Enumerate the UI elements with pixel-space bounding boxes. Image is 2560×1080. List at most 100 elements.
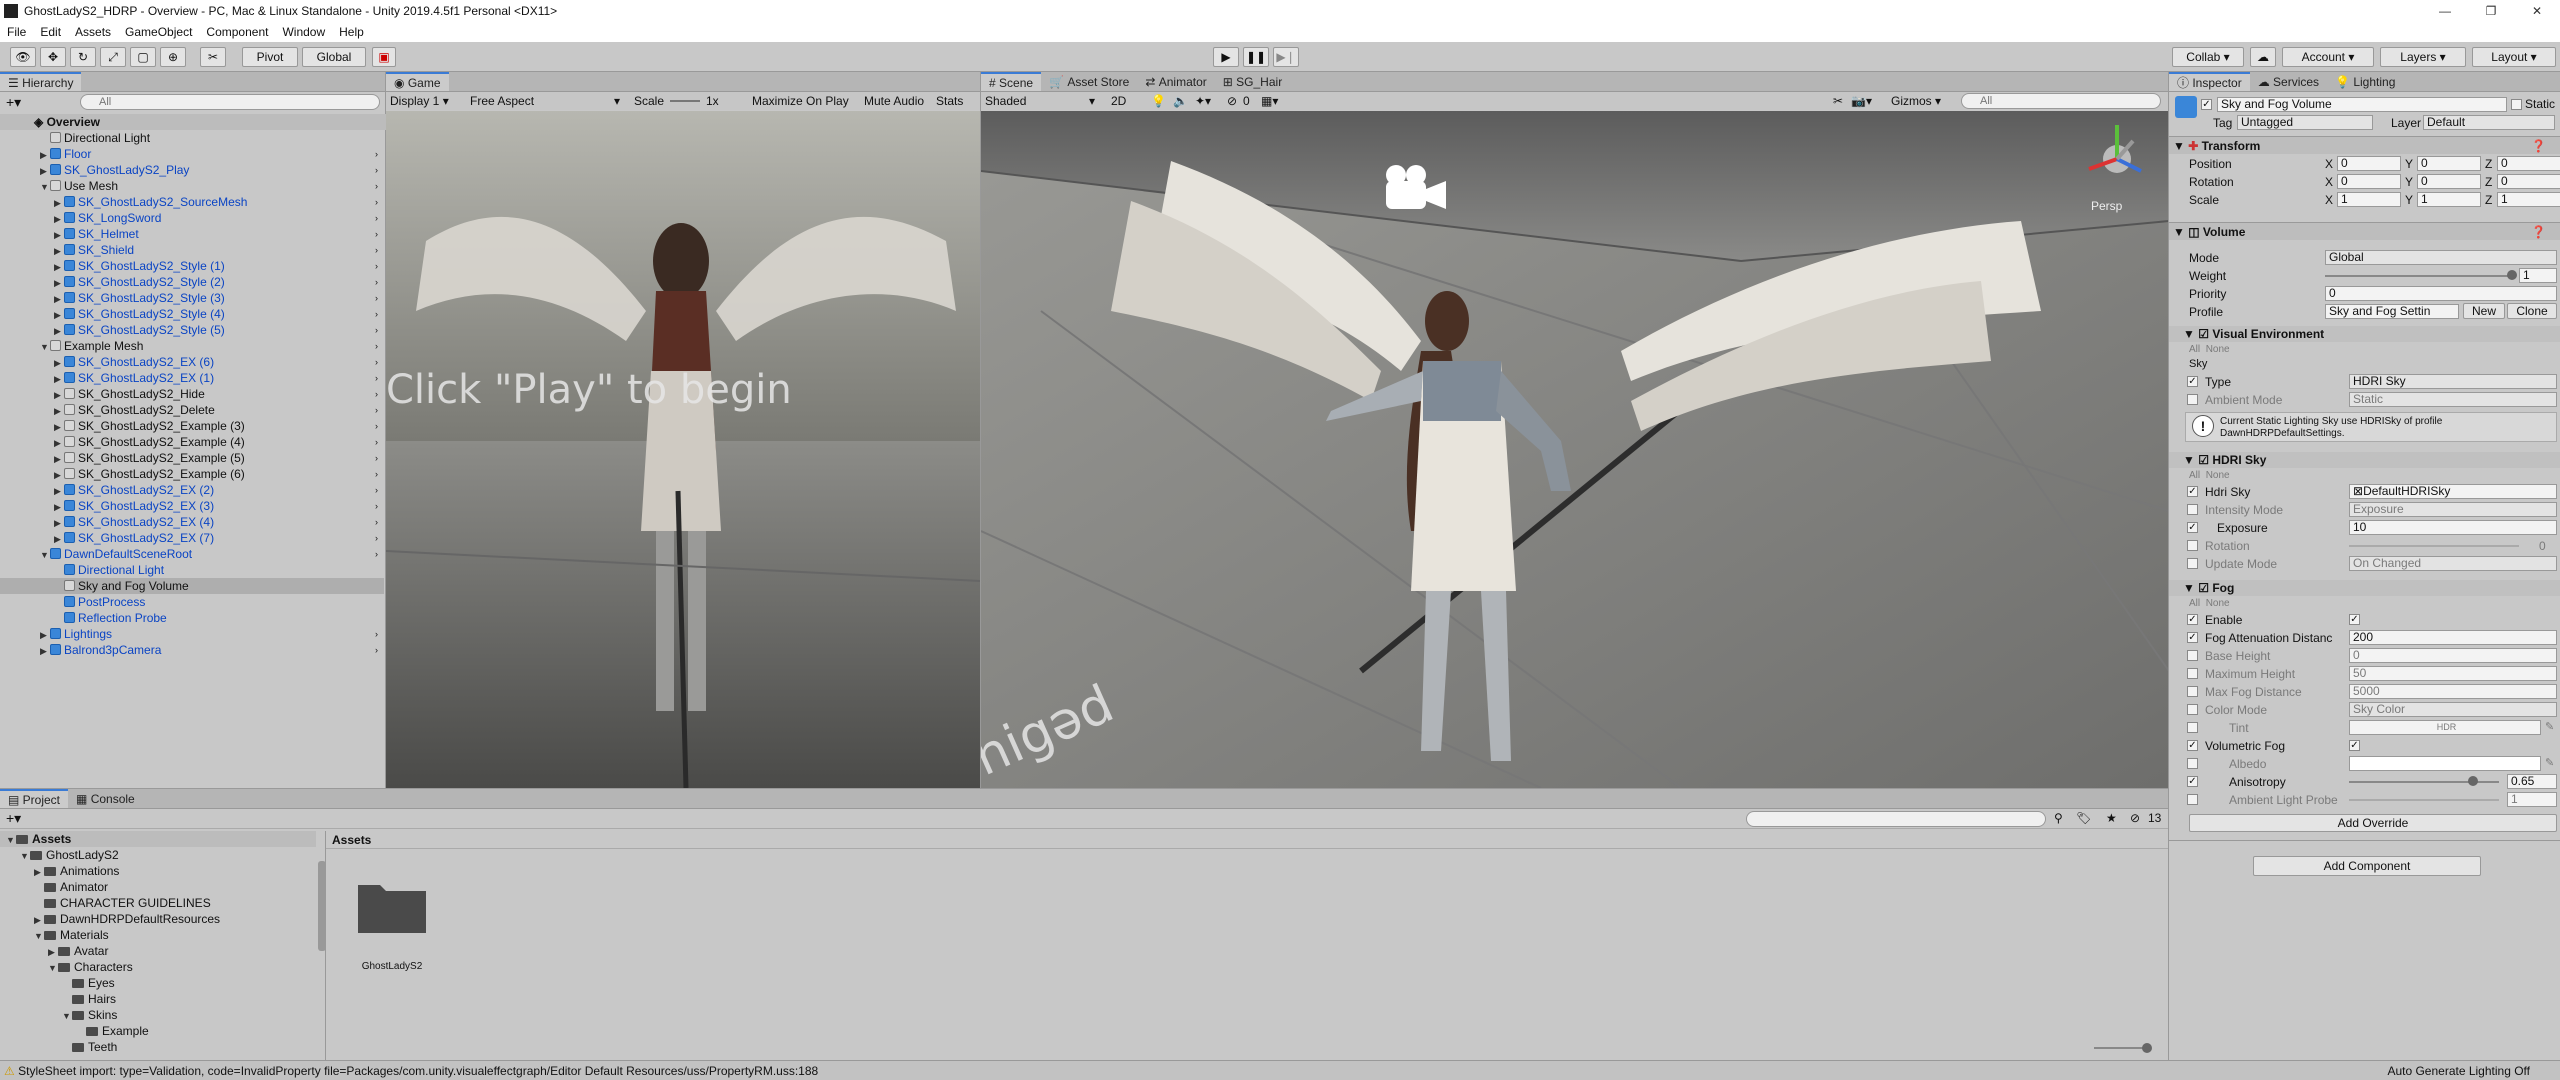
hierarchy-search-input[interactable] bbox=[80, 94, 380, 110]
status-message[interactable]: StyleSheet import: type=Validation, code… bbox=[18, 1064, 818, 1078]
hierarchy-row[interactable]: Reflection Probe bbox=[0, 610, 384, 626]
prefab-open-icon[interactable]: › bbox=[375, 226, 378, 242]
component-help-icon[interactable]: ❓ bbox=[2531, 223, 2546, 241]
hidden-packages-icon[interactable]: ⊘ bbox=[2130, 811, 2140, 825]
transform-position-y-field[interactable]: 0 bbox=[2417, 156, 2481, 171]
snap-icon[interactable]: ▣ bbox=[372, 47, 396, 67]
tag-dropdown[interactable]: Untagged bbox=[2237, 115, 2373, 130]
move-tool-icon[interactable]: ✥ bbox=[40, 47, 66, 67]
eyedropper-icon[interactable]: ✎ bbox=[2545, 720, 2554, 733]
hierarchy-row[interactable]: ▶ SK_GhostLadyS2_Style (5) › bbox=[0, 322, 384, 338]
prefab-open-icon[interactable]: › bbox=[375, 466, 378, 482]
axis-y-label[interactable]: Y bbox=[2405, 192, 2417, 208]
prefab-open-icon[interactable]: › bbox=[375, 178, 378, 194]
exposure-field[interactable]: 10 bbox=[2349, 520, 2557, 535]
profile-field[interactable]: Sky and Fog Settin bbox=[2325, 304, 2459, 319]
prefab-open-icon[interactable]: › bbox=[375, 626, 378, 642]
profile-new-button[interactable]: New bbox=[2463, 303, 2505, 319]
scale-tool-icon[interactable]: ⤢ bbox=[100, 47, 126, 67]
update-override-checkbox[interactable] bbox=[2187, 558, 2198, 569]
maximize-on-play-toggle[interactable]: Maximize On Play bbox=[752, 92, 849, 110]
hierarchy-row[interactable]: ▶ SK_GhostLadyS2_EX (2) › bbox=[0, 482, 384, 498]
hierarchy-row[interactable]: ▶ SK_GhostLadyS2_SourceMesh › bbox=[0, 194, 384, 210]
gizmos-dropdown[interactable]: Gizmos ▾ bbox=[1891, 92, 1941, 110]
hdri-override-checkbox[interactable]: ✓ bbox=[2187, 486, 2198, 497]
layout-dropdown[interactable]: Layout ▾ bbox=[2472, 47, 2556, 67]
project-folder-row[interactable]: Animator bbox=[0, 879, 316, 895]
transform-rotation-y-field[interactable]: 0 bbox=[2417, 174, 2481, 189]
mute-audio-toggle[interactable]: Mute Audio bbox=[864, 92, 924, 110]
max-height-field[interactable]: 50 bbox=[2349, 666, 2557, 681]
foldout-arrow-icon[interactable]: ▶ bbox=[54, 371, 64, 387]
foldout-arrow-icon[interactable]: ▶ bbox=[48, 944, 58, 960]
menu-window[interactable]: Window bbox=[275, 25, 332, 39]
intensity-mode-dropdown[interactable]: Exposure bbox=[2349, 502, 2557, 517]
foldout-arrow-icon[interactable]: ▶ bbox=[54, 259, 64, 275]
hierarchy-row[interactable]: ▶ SK_GhostLadyS2_EX (1) › bbox=[0, 370, 384, 386]
hierarchy-row[interactable]: Sky and Fog Volume bbox=[0, 578, 384, 594]
foldout-arrow-icon[interactable]: ▶ bbox=[54, 515, 64, 531]
collab-dropdown[interactable]: Collab ▾ bbox=[2172, 47, 2244, 67]
foldout-arrow-icon[interactable]: ▼ bbox=[6, 832, 16, 848]
foldout-arrow-icon[interactable]: ▶ bbox=[54, 275, 64, 291]
hierarchy-row[interactable]: ▶ Floor › bbox=[0, 146, 384, 162]
hierarchy-row[interactable]: ▶ SK_GhostLadyS2_Example (5) › bbox=[0, 450, 384, 466]
override-check-icon[interactable]: ☑ bbox=[2198, 581, 2209, 595]
tint-color-field[interactable]: HDR bbox=[2349, 720, 2541, 735]
axis-x-label[interactable]: X bbox=[2325, 174, 2337, 190]
transform-rotation-z-field[interactable]: 0 bbox=[2497, 174, 2560, 189]
hierarchy-row[interactable]: ▼ Use Mesh › bbox=[0, 178, 384, 194]
component-menu-icon[interactable]: ⋮ bbox=[2556, 326, 2560, 342]
foldout-arrow-icon[interactable]: ▶ bbox=[40, 147, 50, 163]
persp-label[interactable]: Persp bbox=[2091, 199, 2122, 213]
create-asset-icon[interactable]: +▾ bbox=[6, 810, 21, 827]
hierarchy-row[interactable]: ▶ SK_GhostLadyS2_EX (3) › bbox=[0, 498, 384, 514]
hierarchy-row[interactable]: ▶ Balrond3pCamera › bbox=[0, 642, 384, 658]
project-folder-row[interactable]: Eyes bbox=[0, 975, 316, 991]
zoom-slider[interactable] bbox=[2094, 1047, 2148, 1049]
override-all-none[interactable]: All None bbox=[2189, 344, 2230, 355]
max-height-override-checkbox[interactable] bbox=[2187, 668, 2198, 679]
project-folder-row[interactable]: Teeth bbox=[0, 1039, 316, 1055]
display-dropdown[interactable]: Display 1 ▾ bbox=[390, 92, 449, 110]
foldout-arrow-icon[interactable]: ▶ bbox=[54, 195, 64, 211]
game-viewport[interactable]: Click "Play" to begin bbox=[386, 111, 980, 788]
tools-icon[interactable]: ✂ bbox=[1833, 92, 1843, 110]
transform-header[interactable]: ▼ ✚ Transform ❓ ⋮ bbox=[2169, 136, 2560, 154]
axis-x-label[interactable]: X bbox=[2325, 156, 2337, 172]
global-toggle[interactable]: Global bbox=[302, 47, 366, 67]
color-mode-override-checkbox[interactable] bbox=[2187, 704, 2198, 715]
rotate-tool-icon[interactable]: ↻ bbox=[70, 47, 96, 67]
transform-scale-x-field[interactable]: 1 bbox=[2337, 192, 2401, 207]
filter-type-icon[interactable]: ⚲ bbox=[2054, 811, 2063, 825]
foldout-arrow-icon[interactable]: ▶ bbox=[54, 435, 64, 451]
camera-settings-icon[interactable]: 📷▾ bbox=[1851, 92, 1872, 110]
hierarchy-row[interactable]: Directional Light bbox=[0, 130, 384, 146]
tab-inspector[interactable]: ⓘ Inspector bbox=[2169, 72, 2250, 91]
prefab-open-icon[interactable]: › bbox=[375, 498, 378, 514]
foldout-arrow-icon[interactable]: ▶ bbox=[54, 355, 64, 371]
hierarchy-row[interactable]: ▶ SK_GhostLadyS2_Delete › bbox=[0, 402, 384, 418]
foldout-arrow-icon[interactable]: ▶ bbox=[54, 403, 64, 419]
play-button[interactable]: ▶ bbox=[1213, 47, 1239, 67]
hierarchy-row[interactable]: ▶ SK_GhostLadyS2_Example (4) › bbox=[0, 434, 384, 450]
all-link[interactable]: All bbox=[2189, 470, 2200, 481]
type-override-checkbox[interactable]: ✓ bbox=[2187, 376, 2198, 387]
tab-scene[interactable]: # Scene bbox=[981, 72, 1042, 91]
foldout-arrow-icon[interactable]: ▶ bbox=[54, 211, 64, 227]
visual-environment-header[interactable]: ▼ ☑ Visual Environment ⋮ bbox=[2169, 326, 2560, 342]
shading-dropdown[interactable]: Shaded bbox=[985, 92, 1105, 110]
weight-slider-thumb[interactable] bbox=[2507, 270, 2517, 280]
hidden-objects-icon[interactable]: ⊘ bbox=[1227, 92, 1237, 110]
hierarchy-row[interactable]: ▶ SK_Shield › bbox=[0, 242, 384, 258]
foldout-arrow-icon[interactable]: ▶ bbox=[40, 643, 50, 659]
volumetric-fog-checkbox[interactable]: ✓ bbox=[2349, 740, 2360, 751]
tint-override-checkbox[interactable] bbox=[2187, 722, 2198, 733]
tab-lighting[interactable]: 💡 Lighting bbox=[2327, 72, 2403, 91]
foldout-arrow-icon[interactable]: ▶ bbox=[34, 864, 44, 880]
tab-hierarchy[interactable]: ☰ Hierarchy bbox=[0, 72, 82, 91]
menu-gameobject[interactable]: GameObject bbox=[118, 25, 199, 39]
create-plus-icon[interactable]: +▾ bbox=[6, 94, 21, 111]
transform-scale-y-field[interactable]: 1 bbox=[2417, 192, 2481, 207]
hierarchy-row[interactable]: ▼ DawnDefaultSceneRoot › bbox=[0, 546, 384, 562]
